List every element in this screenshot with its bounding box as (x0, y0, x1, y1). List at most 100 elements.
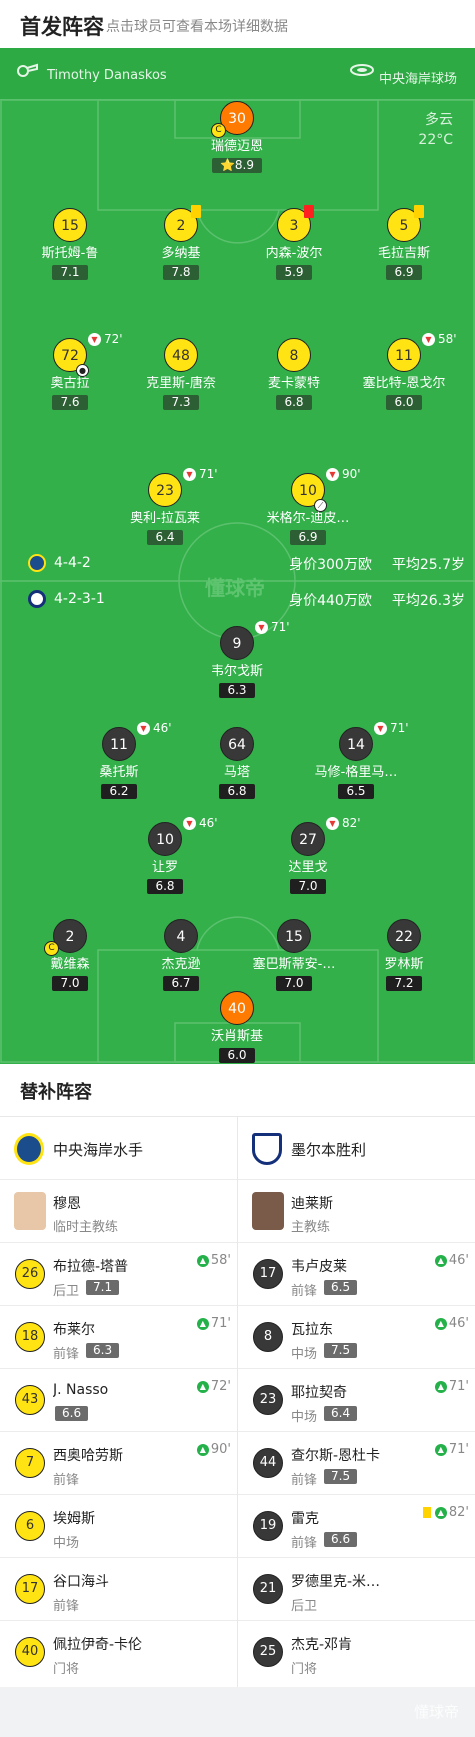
sub-position: 前锋 (291, 1536, 318, 1551)
home-player-9[interactable]: 23 ▼ 71' 奥利-拉瓦莱 6.4 (100, 467, 230, 545)
player-number: 4 (164, 919, 198, 953)
player-number: 22 (387, 919, 421, 953)
away-player-0[interactable]: 9 ▼ 71' 韦尔戈斯 6.3 (172, 620, 302, 698)
sub-name: 谷口海斗 (53, 1574, 109, 1590)
player-rating: 6.4 (147, 530, 183, 545)
sub-row[interactable]: 18 布莱尔 前锋 6.3 ▲ 71' (0, 1306, 237, 1369)
sub-number: 8 (253, 1322, 283, 1352)
player-number: 11 ▼ 46' (102, 721, 172, 761)
player-rating: 6.0 (219, 1048, 255, 1063)
home-player-8[interactable]: 11 ▼ 58' 塞比特-恩戈尔 6.0 (339, 332, 469, 410)
sub-rating: 7.5 (324, 1469, 358, 1484)
player-number: 30 C (211, 101, 254, 138)
home-player-0[interactable]: 30 C 瑞德迈恩 ⭐8.9 (172, 101, 302, 173)
player-rating: 6.8 (147, 879, 183, 894)
sub-row[interactable]: 8 瓦拉东 中场 7.5 ▲ 46' (238, 1306, 475, 1369)
sub-name: 布莱尔 (53, 1322, 95, 1338)
sub-in-icon: ▲ (434, 1380, 447, 1393)
watermark: 懂球帝 (205, 576, 265, 600)
home-formation: 4-4-2 (28, 554, 91, 572)
away-team-row[interactable]: 墨尔本胜利 (238, 1117, 475, 1180)
player-number: 5 (387, 205, 424, 242)
sub-number: 44 (253, 1448, 283, 1478)
sub-number: 26 (15, 1259, 45, 1289)
sub-rating: 7.1 (86, 1280, 120, 1295)
away-player-10[interactable]: 40 沃肖斯基 6.0 (172, 991, 302, 1063)
sub-position: 中场 (291, 1410, 318, 1425)
player-name: 瑞德迈恩 (210, 139, 263, 154)
sub-name: 韦卢皮莱 (291, 1259, 347, 1275)
away-player-9[interactable]: 22 罗林斯 7.2 (339, 919, 469, 991)
player-rating: 7.0 (52, 976, 88, 991)
sub-name: 耶拉契奇 (291, 1385, 347, 1401)
home-coach-row[interactable]: 穆恩 临时主教练 (0, 1180, 237, 1243)
sub-number: 43 (15, 1385, 45, 1415)
player-number: 48 (164, 338, 198, 372)
player-name: 达里戈 (288, 860, 328, 875)
sub-rating: 6.5 (324, 1280, 358, 1295)
player-rating: 6.5 (338, 784, 374, 799)
sub-name: 雷克 (291, 1511, 319, 1527)
sub-row[interactable]: 7 西奥哈劳斯 前锋 ▲ 90' (0, 1432, 237, 1495)
assist-boot-icon: ⟋ (314, 499, 327, 512)
sub-row[interactable]: 25 杰克-邓肯 门将 (238, 1621, 475, 1684)
sub-out-icon: ▼ (183, 468, 196, 481)
sub-row[interactable]: 23 耶拉契奇 中场 6.4 ▲ 71' (238, 1369, 475, 1432)
player-name: 奥利-拉瓦莱 (130, 511, 200, 526)
player-name: 杰克逊 (161, 957, 201, 972)
away-player-4[interactable]: 10 ▼ 46' 让罗 6.8 (100, 816, 230, 894)
sub-rating: 6.3 (86, 1343, 120, 1358)
home-player-4[interactable]: 5 毛拉吉斯 6.9 (339, 205, 469, 280)
sub-position: 门将 (53, 1662, 80, 1677)
home-team-row[interactable]: 中央海岸水手 (0, 1117, 237, 1180)
sub-row[interactable]: 43 J. Nasso 6.6 ▲ 72' (0, 1369, 237, 1432)
away-value: 身价440万欧 (289, 593, 372, 609)
sub-name: 杰克-邓肯 (291, 1637, 353, 1653)
coach-avatar (252, 1192, 284, 1230)
player-rating: 7.2 (386, 976, 422, 991)
away-player-2[interactable]: 64 马塔 6.8 (172, 727, 302, 799)
substitutes-section: 替补阵容 中央海岸水手 穆恩 临时主教练 26 布拉德-塔普 后卫 7.1 ▲ 5… (0, 1064, 475, 1687)
player-rating: 6.7 (163, 976, 199, 991)
sub-row[interactable]: 19 雷克 前锋 6.6 ▲ 82' (238, 1495, 475, 1558)
away-player-5[interactable]: 27 ▼ 82' 达里戈 7.0 (243, 816, 373, 894)
footer-watermark: 懂球帝 (413, 1703, 459, 1721)
sub-position: 前锋 (53, 1599, 80, 1614)
away-player-3[interactable]: 14 ▼ 71' 马修-格里马… 6.5 (291, 721, 421, 799)
player-rating: 7.0 (290, 879, 326, 894)
lineup-title: 首发阵容 (20, 15, 104, 39)
sub-number: 6 (15, 1511, 45, 1541)
home-value-info: 身价300万欧 平均25.7岁 (269, 554, 465, 574)
sub-row[interactable]: 17 谷口海斗 前锋 (0, 1558, 237, 1621)
sub-name: J. Nasso (53, 1382, 109, 1398)
player-number: 8 (277, 338, 311, 372)
sub-out-icon: ▼ (255, 621, 268, 634)
sub-row[interactable]: 40 佩拉伊奇-卡伦 门将 (0, 1621, 237, 1684)
player-rating: 7.8 (163, 265, 199, 280)
sub-row[interactable]: 26 布拉德-塔普 后卫 7.1 ▲ 58' (0, 1243, 237, 1306)
sub-out-icon: ▼ (326, 468, 339, 481)
player-name: 沃肖斯基 (210, 1029, 263, 1044)
away-age: 平均26.3岁 (391, 593, 465, 609)
sub-row[interactable]: 17 韦卢皮莱 前锋 6.5 ▲ 46' (238, 1243, 475, 1306)
sub-number: 19 (253, 1511, 283, 1541)
player-name: 让罗 (151, 860, 178, 875)
player-number: 27 ▼ 82' (291, 816, 361, 856)
away-coach-row[interactable]: 迪莱斯 主教练 (238, 1180, 475, 1243)
sub-row[interactable]: 21 罗德里克-米… 后卫 (238, 1558, 475, 1621)
player-name: 马塔 (223, 765, 250, 780)
home-player-2[interactable]: 2 多纳基 7.8 (116, 205, 246, 280)
away-player-7[interactable]: 4 杰克逊 6.7 (116, 919, 246, 991)
away-player-1[interactable]: 11 ▼ 46' 桑托斯 6.2 (54, 721, 184, 799)
home-player-10[interactable]: 10 ▼ 90' ⟋ 米格尔-迪皮… 6.9 (243, 467, 373, 545)
sub-row[interactable]: 44 查尔斯-恩杜卡 前锋 7.5 ▲ 71' (238, 1432, 475, 1495)
sub-row[interactable]: 6 埃姆斯 中场 (0, 1495, 237, 1558)
lineup-header: 首发阵容 点击球员可查看本场详细数据 (0, 0, 475, 48)
sub-in-time: ▲ 46' (434, 1316, 469, 1331)
player-name: 韦尔戈斯 (210, 664, 263, 679)
sub-name: 瓦拉东 (291, 1322, 333, 1338)
sub-number: 21 (253, 1574, 283, 1604)
home-player-6[interactable]: 48 克里斯-唐奈 7.3 (116, 338, 246, 410)
home-team-logo (14, 1133, 44, 1165)
sub-in-icon: ▲ (196, 1254, 209, 1267)
